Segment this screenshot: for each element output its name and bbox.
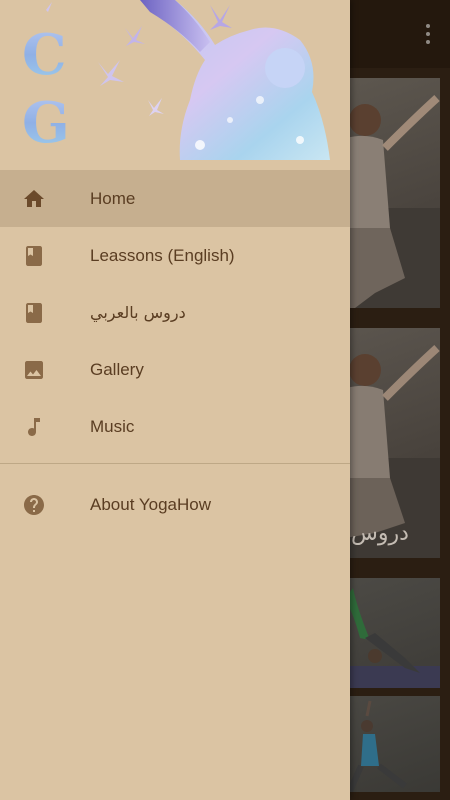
menu-item-about[interactable]: About YogaHow xyxy=(0,476,350,533)
lesson-card[interactable]: دروس xyxy=(345,328,440,558)
menu-label: Leassons (English) xyxy=(90,245,235,265)
menu-label: About YogaHow xyxy=(90,494,211,514)
menu-label: Music xyxy=(90,416,135,436)
yoga-logo-image xyxy=(38,0,330,160)
drawer-menu: Home Leassons (English) دروس بالعربي Gal… xyxy=(0,170,350,533)
menu-item-music[interactable]: Music xyxy=(0,398,350,455)
menu-item-home[interactable]: Home xyxy=(0,170,350,227)
menu-item-gallery[interactable]: Gallery xyxy=(0,341,350,398)
music-note-icon xyxy=(22,415,46,439)
help-icon xyxy=(22,493,46,517)
home-icon xyxy=(22,187,46,211)
menu-item-lessons-english[interactable]: Leassons (English) xyxy=(0,227,350,284)
menu-label: Home xyxy=(90,188,136,208)
yoga-photo xyxy=(347,700,407,792)
lesson-card[interactable] xyxy=(345,78,440,308)
menu-label: Gallery xyxy=(90,359,144,379)
card-title: دروس xyxy=(351,521,409,546)
more-vert-icon[interactable] xyxy=(420,22,436,46)
book-icon xyxy=(22,301,46,325)
yoga-photo xyxy=(345,95,440,308)
drawer-header: C G xyxy=(0,0,350,170)
book-icon xyxy=(22,244,46,268)
menu-label: دروس بالعربي xyxy=(90,303,186,322)
lesson-card[interactable] xyxy=(345,696,440,792)
lesson-card[interactable] xyxy=(345,578,440,688)
menu-divider xyxy=(0,463,350,464)
image-icon xyxy=(22,358,46,382)
yoga-photo xyxy=(345,588,440,688)
menu-item-lessons-arabic[interactable]: دروس بالعربي xyxy=(0,284,350,341)
navigation-drawer: C G Home Leassons (English) دروس بالعربي… xyxy=(0,0,350,800)
